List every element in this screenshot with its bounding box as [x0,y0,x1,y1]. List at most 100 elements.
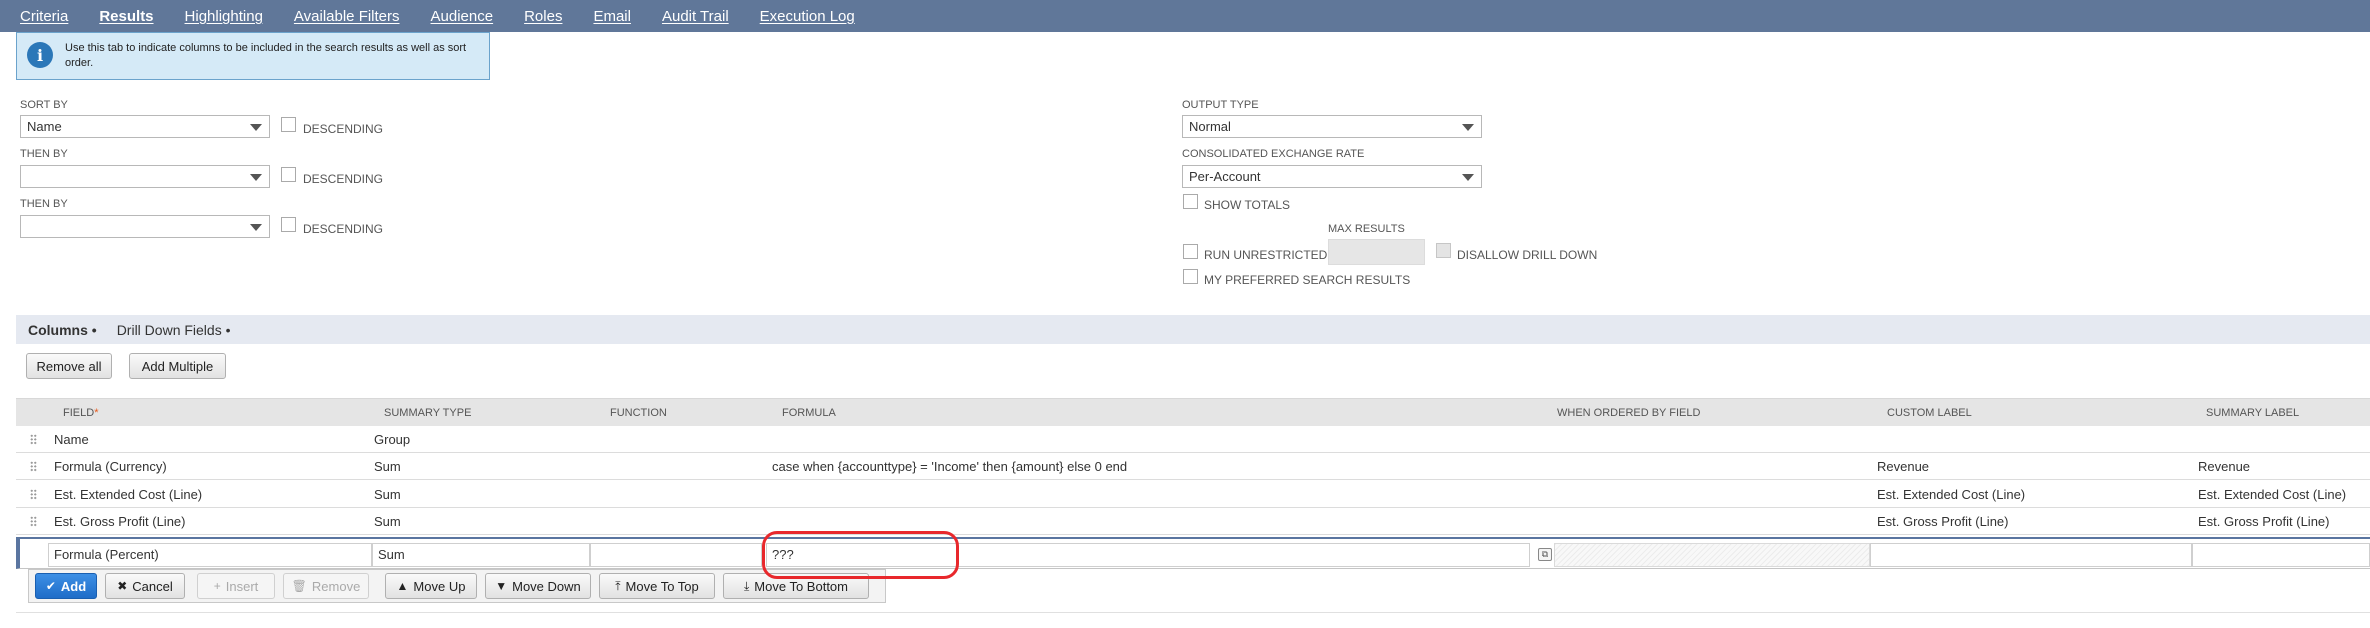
output-type-select[interactable]: Normal [1182,115,1482,138]
row-summary-type: Sum [374,487,401,502]
tab-execution-log[interactable]: Execution Log [760,8,855,25]
tab-roles[interactable]: Roles [524,8,562,25]
chevron-down-icon [1462,124,1474,131]
then-by-descending-checkbox-1[interactable] [281,167,296,182]
row-summary-type: Sum [374,514,401,529]
run-unrestricted-label: RUN UNRESTRICTED [1204,248,1328,262]
move-down-button-label: Move Down [512,578,581,594]
remove-all-button[interactable]: Remove all [26,353,112,379]
insert-button-label: Insert [225,578,259,594]
add-button-label: Add [60,578,87,594]
add-multiple-button[interactable]: Add Multiple [129,353,226,379]
disallow-drill-down-checkbox[interactable] [1436,243,1451,258]
disallow-drill-down-label: DISALLOW DRILL DOWN [1457,248,1598,262]
tab-criteria[interactable]: Criteria [20,8,68,25]
insert-button[interactable]: + Insert [197,573,275,599]
header-formula: FORMULA [782,407,836,419]
edit-summary-type-select[interactable]: Sum [372,543,590,567]
then-by-descending-label-1: DESCENDING [303,172,384,186]
drag-handle-icon[interactable] [30,516,37,527]
max-results-input[interactable] [1328,239,1425,265]
row-summary-label: Revenue [2198,459,2251,474]
trash-icon: 🗑 [291,579,307,593]
drag-handle-icon[interactable] [30,434,37,445]
move-up-button[interactable]: ▲ Move Up [385,573,477,599]
chevron-down-icon [250,224,262,231]
output-type-label: OUTPUT TYPE [1182,99,1259,111]
row-custom-label: Est. Extended Cost (Line) [1877,487,2026,502]
row-field: Formula (Currency) [54,459,167,474]
row-field: Name [54,432,89,447]
preferred-results-checkbox[interactable] [1183,269,1198,284]
move-to-bottom-button-label: Move To Bottom [754,578,848,594]
table-row[interactable]: Formula (Currency) Sum case when {accoun… [16,453,2370,480]
info-message: i Use this tab to indicate columns to be… [16,32,490,80]
sort-by-select[interactable]: Name [20,115,270,138]
edit-when-ordered-by-field [1554,543,1870,567]
then-by-descending-label-2: DESCENDING [303,222,384,236]
tab-audience[interactable]: Audience [431,8,494,25]
exchange-rate-label: CONSOLIDATED EXCHANGE RATE [1182,148,1365,160]
checkmark-icon: ✔ [45,579,56,593]
edit-function-select[interactable] [590,543,762,567]
table-row[interactable]: Est. Gross Profit (Line) Sum Est. Gross … [16,508,2370,535]
header-field-text: FIELD [63,407,95,419]
close-icon: ✖ [117,579,128,593]
row-field: Est. Extended Cost (Line) [54,487,203,502]
subtab-bar: Columns • Drill Down Fields • [16,315,2370,344]
then-by-descending-checkbox-2[interactable] [281,217,296,232]
edit-field-input[interactable]: Formula (Percent) [48,543,372,567]
move-up-button-label: Move Up [413,578,466,594]
then-by-label-1: THEN BY [20,148,68,160]
exchange-rate-select[interactable]: Per-Account [1182,165,1482,188]
chevron-down-icon [250,124,262,131]
move-to-top-button-label: Move To Top [625,578,699,594]
columns-grid-header: FIELD* SUMMARY TYPE FUNCTION FORMULA WHE… [16,398,2370,426]
header-summary-type: SUMMARY TYPE [384,407,472,419]
run-unrestricted-checkbox[interactable] [1183,244,1198,259]
tab-highlighting[interactable]: Highlighting [185,8,263,25]
drag-handle-icon[interactable] [30,461,37,472]
plus-icon: + [213,579,221,593]
table-row[interactable]: Name Group [16,426,2370,453]
cancel-button[interactable]: ✖ Cancel [105,573,185,599]
info-text: Use this tab to indicate columns to be i… [65,42,467,69]
drag-handle-icon[interactable] [30,489,37,500]
cancel-button-label: Cancel [132,578,173,594]
edit-field-value: Formula (Percent) [54,547,159,562]
sort-by-descending-checkbox[interactable] [281,117,296,132]
move-down-button[interactable]: ▼ Move Down [485,573,591,599]
chevron-down-icon [1462,174,1474,181]
arrow-up-icon: ▲ [396,579,409,593]
remove-button-label: Remove [311,578,361,594]
then-by-select-2[interactable] [20,215,270,238]
edit-summary-label-input[interactable] [2192,543,2370,567]
move-to-top-button[interactable]: ⤒ Move To Top [599,573,715,599]
header-custom-label: CUSTOM LABEL [1887,407,1972,419]
formula-editor-icon[interactable]: ⧉ [1538,548,1552,561]
row-summary-type: Sum [374,459,401,474]
edit-custom-label-input[interactable] [1870,543,2192,567]
tab-email[interactable]: Email [593,8,631,25]
row-custom-label: Est. Gross Profit (Line) [1877,514,2009,529]
edit-row: Formula (Percent) Sum ??? ⧉ [16,537,2370,569]
tab-results[interactable]: Results [99,8,153,25]
remove-button[interactable]: 🗑 Remove [283,573,369,599]
sort-by-value: Name [27,119,62,134]
then-by-select-1[interactable] [20,165,270,188]
tab-available-filters[interactable]: Available Filters [294,8,400,25]
move-to-top-icon: ⤒ [615,579,621,593]
required-marker: * [94,407,99,419]
row-custom-label: Revenue [1877,459,1930,474]
subtab-columns[interactable]: Columns • [28,322,97,338]
max-results-label: MAX RESULTS [1328,223,1405,235]
exchange-rate-value: Per-Account [1189,169,1261,184]
subtab-drill-down-fields[interactable]: Drill Down Fields • [117,322,231,338]
row-action-bar: ✔ Add ✖ Cancel + Insert 🗑 Remove ▲ Move Up ▼ M… [28,569,886,603]
tab-audit-trail[interactable]: Audit Trail [662,8,729,25]
add-button[interactable]: ✔ Add [35,573,97,599]
divider [16,612,2370,613]
show-totals-checkbox[interactable] [1183,194,1198,209]
table-row[interactable]: Est. Extended Cost (Line) Sum Est. Exten… [16,481,2370,508]
show-totals-label: SHOW TOTALS [1204,198,1291,212]
